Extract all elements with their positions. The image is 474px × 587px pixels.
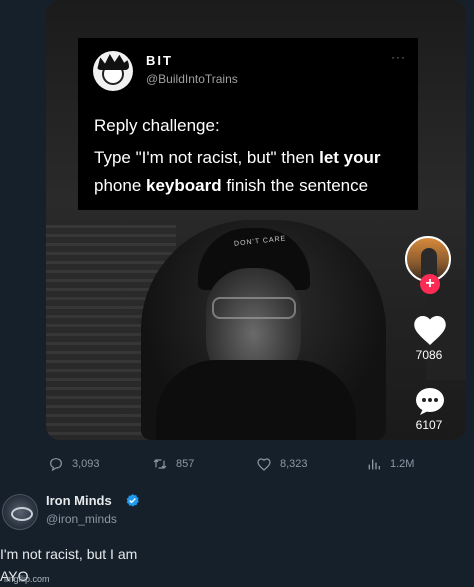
embedded-tweet-avatar xyxy=(93,51,133,91)
embedded-tweet: BIT @BuildIntoTrains ··· Reply challenge… xyxy=(78,38,418,210)
reply-icon xyxy=(50,458,62,472)
reply-text-line1: I'm not racist, but I am xyxy=(0,546,138,562)
heart-icon[interactable] xyxy=(412,313,448,347)
views-bar-chart-icon xyxy=(368,459,380,470)
tweet-action-bar: 3,093 857 8,323 1.2M xyxy=(46,456,466,474)
verified-badge-icon xyxy=(126,493,139,507)
more-icon: ··· xyxy=(391,50,406,64)
views-action[interactable]: 1.2M xyxy=(366,456,414,472)
reply-avatar[interactable] xyxy=(2,494,38,530)
reply-count: 3,093 xyxy=(72,458,100,470)
retweet-action[interactable]: 857 xyxy=(152,456,194,472)
retweet-icon xyxy=(153,459,167,469)
line3-bold: keyboard xyxy=(146,176,222,195)
reply-author-name[interactable]: Iron Minds xyxy=(46,493,112,508)
embedded-tweet-line2: Type "I'm not racist, but" then let your xyxy=(94,148,381,168)
views-count: 1.2M xyxy=(390,458,415,470)
reply-action[interactable]: 3,093 xyxy=(48,456,100,472)
imgflip-watermark: imgflip.com xyxy=(4,574,50,584)
person-glasses xyxy=(212,297,296,319)
person-body xyxy=(156,360,356,440)
embedded-tweet-handle: @BuildIntoTrains xyxy=(146,72,238,86)
follow-plus-icon[interactable]: + xyxy=(420,274,440,294)
line3-suffix: finish the sentence xyxy=(221,176,369,195)
line2-bold: let your xyxy=(319,148,381,167)
embedded-tweet-line3: phone keyboard finish the sentence xyxy=(94,176,368,196)
like-count: 7086 xyxy=(415,348,443,362)
like-count-bar: 8,323 xyxy=(280,458,308,470)
line3-text: phone xyxy=(94,176,146,195)
like-heart-icon xyxy=(257,458,271,471)
line2-text: Type "I'm not racist, but" then xyxy=(94,148,320,167)
embedded-tweet-name: BIT xyxy=(146,53,173,68)
embedded-tweet-line1: Reply challenge: xyxy=(94,116,220,135)
like-action[interactable]: 8,323 xyxy=(256,456,308,472)
comment-count: 6107 xyxy=(415,418,443,432)
reply-author-handle[interactable]: @iron_minds xyxy=(46,512,117,526)
retweet-count: 857 xyxy=(176,458,195,470)
comment-bubble-icon[interactable] xyxy=(414,385,446,417)
